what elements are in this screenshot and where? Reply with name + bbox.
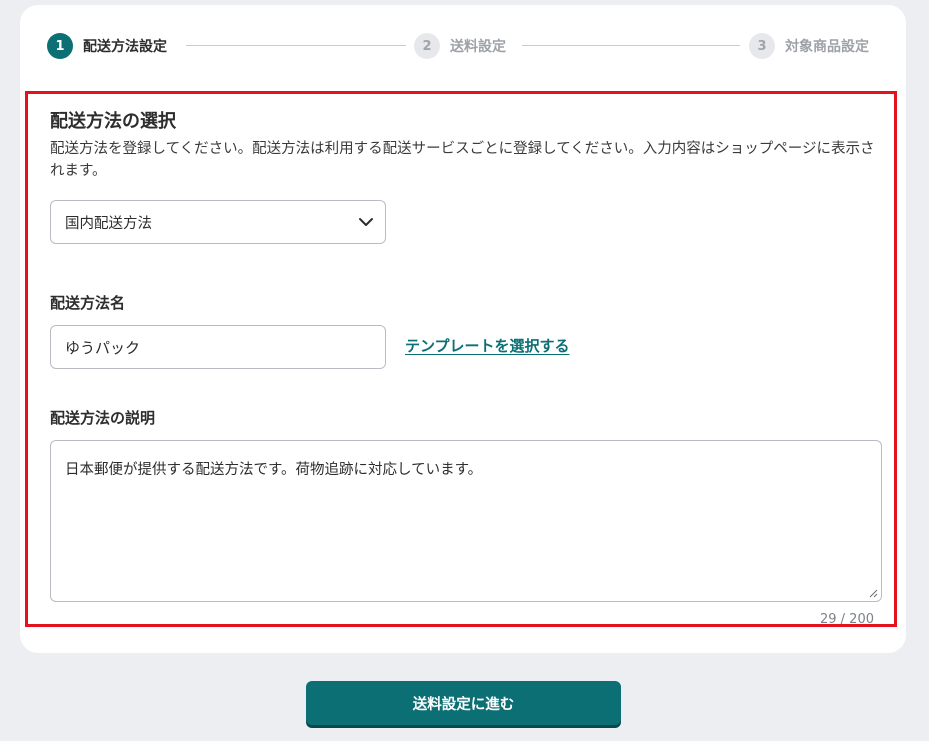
method-name-value: ゆうパック	[65, 338, 141, 357]
method-description-title: 配送方法の説明	[50, 409, 156, 427]
form-card: 1 配送方法設定 2 送料設定 3 対象商品設定 配送方法の選択 配送方法を登録…	[20, 5, 906, 653]
step-connector	[186, 45, 406, 46]
method-name-input[interactable]: ゆうパック	[50, 325, 386, 369]
step-connector	[522, 45, 740, 46]
step-3-label: 対象商品設定	[785, 39, 869, 55]
step-1-number: 1	[47, 33, 73, 59]
highlight-frame: 配送方法の選択 配送方法を登録してください。配送方法は利用する配送サービスごとに…	[25, 91, 897, 627]
step-2: 2 送料設定	[414, 33, 506, 59]
step-1-label: 配送方法設定	[83, 39, 167, 55]
shipping-method-selected-value: 国内配送方法	[65, 215, 152, 232]
resize-handle-icon[interactable]	[868, 588, 878, 598]
step-2-label: 送料設定	[450, 39, 506, 55]
method-description-textarea[interactable]: 日本郵便が提供する配送方法です。荷物追跡に対応しています。	[50, 440, 882, 602]
shipping-method-description: 配送方法を登録してください。配送方法は利用する配送サービスごとに登録してください…	[50, 141, 875, 179]
method-name-title: 配送方法名	[50, 294, 126, 312]
method-description-value: 日本郵便が提供する配送方法です。荷物追跡に対応しています。	[65, 462, 483, 478]
step-3: 3 対象商品設定	[749, 33, 869, 59]
chevron-down-icon	[359, 218, 373, 226]
stepper: 1 配送方法設定 2 送料設定 3 対象商品設定	[20, 5, 906, 85]
next-to-shipping-fee-button[interactable]: 送料設定に進む	[306, 681, 621, 725]
character-counter: 29 / 200	[820, 612, 874, 627]
shipping-method-select[interactable]: 国内配送方法	[50, 200, 386, 244]
select-template-link[interactable]: テンプレートを選択する	[405, 335, 570, 356]
step-3-number: 3	[749, 33, 775, 59]
step-2-number: 2	[414, 33, 440, 59]
shipping-method-title: 配送方法の選択	[50, 111, 176, 132]
step-1: 1 配送方法設定	[47, 33, 167, 59]
